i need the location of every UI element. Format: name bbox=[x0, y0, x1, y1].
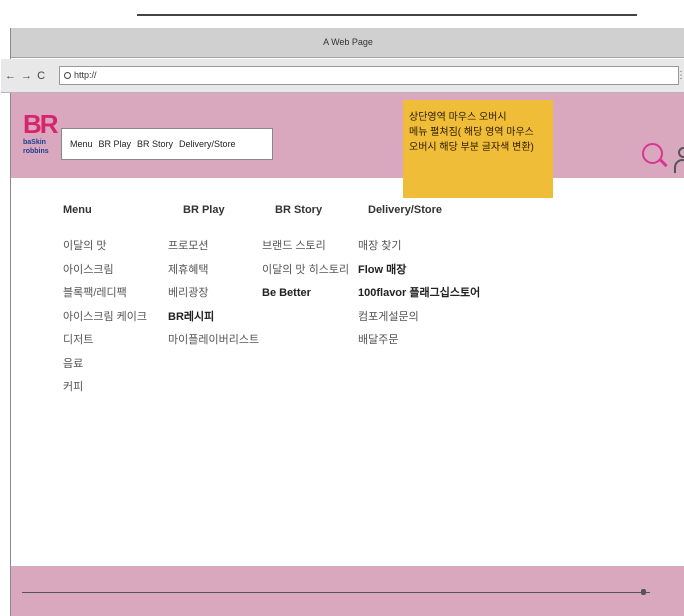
nav-buttons[interactable]: ← → C bbox=[5, 70, 46, 82]
menu-item[interactable]: BR레시피 bbox=[168, 306, 259, 330]
annotation-line-1: 상단영역 마우스 오버시 bbox=[409, 112, 507, 123]
menu-column-menu: Menu 이달의 맛 아이스크림 블록팩/레디팩 아이스크림 케이크 디저트 음… bbox=[63, 204, 147, 400]
menu-item[interactable]: Flow 매장 bbox=[358, 259, 480, 283]
baskin-robbins-logo[interactable]: BR baSkin robbins bbox=[23, 109, 59, 167]
column-heading[interactable]: BR Play bbox=[168, 204, 259, 216]
url-text: http:// bbox=[74, 70, 97, 80]
menu-item[interactable]: 제휴혜택 bbox=[168, 259, 259, 283]
logo-text-2: robbins bbox=[23, 148, 49, 155]
menu-item[interactable]: 디저트 bbox=[63, 329, 147, 353]
logo-mark: BR bbox=[23, 109, 59, 139]
user-icon-body bbox=[674, 159, 684, 173]
menu-item[interactable]: 음료 bbox=[63, 353, 147, 377]
window-title: A Web Page bbox=[323, 37, 373, 47]
menu-item[interactable]: 아이스크림 bbox=[63, 259, 147, 283]
menu-column-br-story: BR Story 브랜드 스토리 이달의 맛 히스토리 Be Better bbox=[262, 204, 349, 306]
title-bar: A Web Page bbox=[11, 28, 684, 58]
logo-text-1: baSkin bbox=[23, 139, 46, 146]
menu-item[interactable]: 베리광장 bbox=[168, 282, 259, 306]
menu-item[interactable]: 아이스크림 케이크 bbox=[63, 306, 147, 330]
nav-item-br-story[interactable]: BR Story bbox=[137, 139, 173, 149]
horizontal-scrollbar[interactable] bbox=[22, 592, 650, 593]
search-icon bbox=[64, 72, 71, 79]
column-heading[interactable]: BR Story bbox=[262, 204, 349, 216]
nav-item-br-play[interactable]: BR Play bbox=[99, 139, 132, 149]
search-icon-handle bbox=[658, 157, 668, 168]
menu-item[interactable]: 블록팩/레디팩 bbox=[63, 282, 147, 306]
user-icon[interactable] bbox=[678, 147, 684, 158]
annotation-line-2: 메뉴 펼쳐짐( 해당 영역 마우스 bbox=[409, 127, 534, 138]
site-header: BR baSkin robbins Menu BR Play BR Story … bbox=[11, 93, 684, 198]
top-rule bbox=[137, 14, 637, 16]
mega-menu: Menu 이달의 맛 아이스크림 블록팩/레디팩 아이스크림 케이크 디저트 음… bbox=[11, 178, 684, 566]
address-row: ← → C http:// ⋮ bbox=[1, 59, 684, 93]
browser-window: A Web Page ← → C http:// ⋮ BR baSkin rob… bbox=[1, 28, 684, 616]
annotation-note: 상단영역 마우스 오버시 메뉴 펼쳐짐( 해당 영역 마우스 오버시 해당 부분… bbox=[403, 100, 553, 198]
column-heading[interactable]: Menu bbox=[63, 204, 147, 216]
menu-item[interactable]: Be Better bbox=[262, 282, 349, 306]
url-field[interactable]: http:// bbox=[59, 66, 679, 85]
menu-column-delivery-store: Delivery/Store 매장 찾기 Flow 매장 100flavor 플… bbox=[358, 204, 480, 353]
menu-item[interactable]: 이달의 맛 히스토리 bbox=[262, 259, 349, 283]
menu-item[interactable]: 프로모션 bbox=[168, 235, 259, 259]
annotation-line-3: 오버시 해당 부분 글자색 변환) bbox=[409, 142, 534, 153]
menu-dots-icon[interactable]: ⋮ bbox=[676, 70, 684, 81]
menu-item[interactable]: 브랜드 스토리 bbox=[262, 235, 349, 259]
menu-item[interactable]: 100flavor 플래그십스토어 bbox=[358, 282, 480, 306]
menu-column-br-play: BR Play 프로모션 제휴혜택 베리광장 BR레시피 마이플레이버리스트 bbox=[168, 204, 259, 353]
menu-item[interactable]: 컴포게설문의 bbox=[358, 306, 480, 330]
footer-band bbox=[11, 566, 684, 616]
scrollbar-thumb[interactable] bbox=[641, 589, 646, 595]
menu-item[interactable]: 커피 bbox=[63, 376, 147, 400]
column-heading[interactable]: Delivery/Store bbox=[358, 204, 480, 216]
menu-item[interactable]: 이달의 맛 bbox=[63, 235, 147, 259]
nav-item-delivery-store[interactable]: Delivery/Store bbox=[179, 139, 236, 149]
menu-item[interactable]: 매장 찾기 bbox=[358, 235, 480, 259]
top-navigation: Menu BR Play BR Story Delivery/Store bbox=[61, 128, 273, 160]
menu-item[interactable]: 배달주문 bbox=[358, 329, 480, 353]
menu-item[interactable]: 마이플레이버리스트 bbox=[168, 329, 259, 353]
nav-item-menu[interactable]: Menu bbox=[70, 139, 93, 149]
